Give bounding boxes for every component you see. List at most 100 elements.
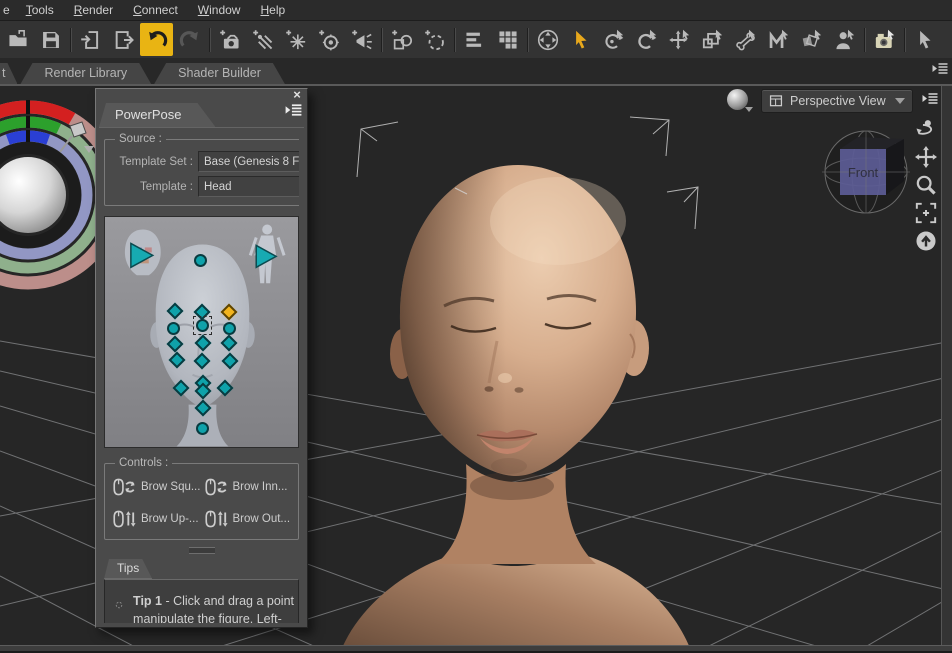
save-button[interactable] [34,23,67,56]
panel-splitter-handle[interactable] [189,547,215,554]
render-button[interactable] [868,23,901,56]
powerpose-panel: × PowerPose Source : Template Set : Base… [95,88,308,628]
tab-bar-menu-icon[interactable] [931,60,949,83]
powerpose-point[interactable] [195,335,212,352]
new-primitive-button[interactable] [385,23,418,56]
main-toolbar [0,21,952,58]
viewport-menu-icon[interactable] [921,90,939,113]
right-pane-divider[interactable] [941,86,952,645]
new-camera-button[interactable] [213,23,246,56]
tip-text: Tip 1 - Click and drag a point manipulat… [133,592,294,623]
powerpose-point[interactable] [167,336,184,353]
menu-file-partial[interactable]: e [2,3,16,17]
powerpose-point[interactable] [223,322,236,335]
rotate-tool-button[interactable] [630,23,663,56]
zoom-camera-icon[interactable] [915,174,937,196]
shaded-sphere-icon[interactable] [727,89,753,113]
tips-content: Tip 1 - Click and drag a point manipulat… [104,579,299,623]
figure-selection-tool-button[interactable] [828,23,861,56]
mouse-drag-horizontal-icon [111,477,137,497]
new-distant-light-button[interactable] [246,23,279,56]
camera-view-value: Perspective View [790,94,886,108]
controls-group: Controls : Brow Squ... Brow Inn... Brow … [104,457,299,540]
orbit-camera-icon[interactable] [915,118,937,140]
powerpose-point[interactable] [196,422,209,435]
tab-content-partial[interactable]: t [0,63,17,84]
powerpose-point[interactable] [194,254,207,267]
control-brow-updown[interactable]: Brow Up-... [111,509,201,529]
powerpose-point[interactable] [173,380,190,397]
import-button[interactable] [74,23,107,56]
template-value: Head [204,181,299,193]
undo-button[interactable] [140,23,173,56]
geometry-editor-tool-button[interactable] [762,23,795,56]
controls-label: Controls : [115,457,172,469]
redo-button[interactable] [173,23,206,56]
camera-view-select[interactable]: Perspective View [761,89,913,113]
control-brow-squeeze[interactable]: Brow Squ... [111,477,201,497]
reset-camera-icon[interactable] [915,230,937,252]
translate-tool-button[interactable] [663,23,696,56]
open-file-button[interactable] [1,23,34,56]
powerpose-point[interactable] [221,335,238,352]
powerpose-point[interactable] [217,380,234,397]
toolbar-separator [67,27,74,53]
new-linear-point-light-button[interactable] [345,23,378,56]
figure-render[interactable] [340,165,692,645]
menu-render[interactable]: Render [64,3,123,17]
tab-tips[interactable]: Tips [104,559,152,579]
pointer-tool-button[interactable] [908,23,941,56]
powerpose-point[interactable] [167,303,184,320]
view-cube[interactable]: Front [822,131,910,213]
active-pose-tool-button[interactable] [597,23,630,56]
toolbar-separator [901,27,908,53]
powerpose-point[interactable] [169,352,186,369]
tab-render-library[interactable]: Render Library [20,63,151,84]
scale-tool-button[interactable] [696,23,729,56]
new-spotlight-button[interactable] [312,23,345,56]
new-null-button[interactable] [418,23,451,56]
pane-tab-bar: t Render Library Shader Builder [0,58,952,86]
powerpose-menu-icon[interactable] [284,101,304,127]
mouse-drag-vertical-icon [111,509,137,529]
level-of-detail-button[interactable] [491,23,524,56]
universal-tool-button[interactable] [531,23,564,56]
powerpose-point[interactable] [194,353,211,370]
viewport-header-controls: Perspective View [727,89,939,113]
template-set-value: Base (Genesis 8 Fer [204,156,299,168]
sphere-dropdown-arrow-icon [745,107,753,112]
export-button[interactable] [107,23,140,56]
spinner-icon [115,592,123,618]
control-label: Brow Squ... [141,481,200,493]
template-set-select[interactable]: Base (Genesis 8 Fer [198,151,299,172]
pan-camera-icon[interactable] [915,146,937,168]
menu-connect[interactable]: Connect [123,3,188,17]
control-brow-outer[interactable]: Brow Out... [203,509,293,529]
tab-shader-builder[interactable]: Shader Builder [154,63,285,84]
node-selection-tool-button[interactable] [564,23,597,56]
viewport-3d[interactable]: Front Perspective View × PowerPose [0,86,952,645]
powerpose-head-diagram[interactable] [104,216,299,448]
powerpose-point[interactable] [195,400,212,417]
toolbar-separator [206,27,213,53]
toolbar-separator [451,27,458,53]
tab-powerpose[interactable]: PowerPose [99,103,215,127]
control-label: Brow Up-... [141,513,199,525]
viewcube-front-label: Front [848,165,879,180]
powerpose-point[interactable] [221,304,238,321]
scene-list-button[interactable] [458,23,491,56]
menu-tools[interactable]: Tools [16,3,64,17]
surface-selection-tool-button[interactable] [795,23,828,56]
control-brow-inner[interactable]: Brow Inn... [203,477,293,497]
powerpose-point[interactable] [167,322,180,335]
frame-camera-icon[interactable] [915,202,937,224]
dropdown-arrow-icon [895,98,905,104]
powerpose-point[interactable] [196,319,209,332]
new-point-light-button[interactable] [279,23,312,56]
menu-window[interactable]: Window [188,3,251,17]
joint-editor-tool-button[interactable] [729,23,762,56]
toolbar-separator [378,27,385,53]
menu-help[interactable]: Help [250,3,295,17]
template-select[interactable]: Head [198,176,299,197]
powerpose-point[interactable] [222,353,239,370]
